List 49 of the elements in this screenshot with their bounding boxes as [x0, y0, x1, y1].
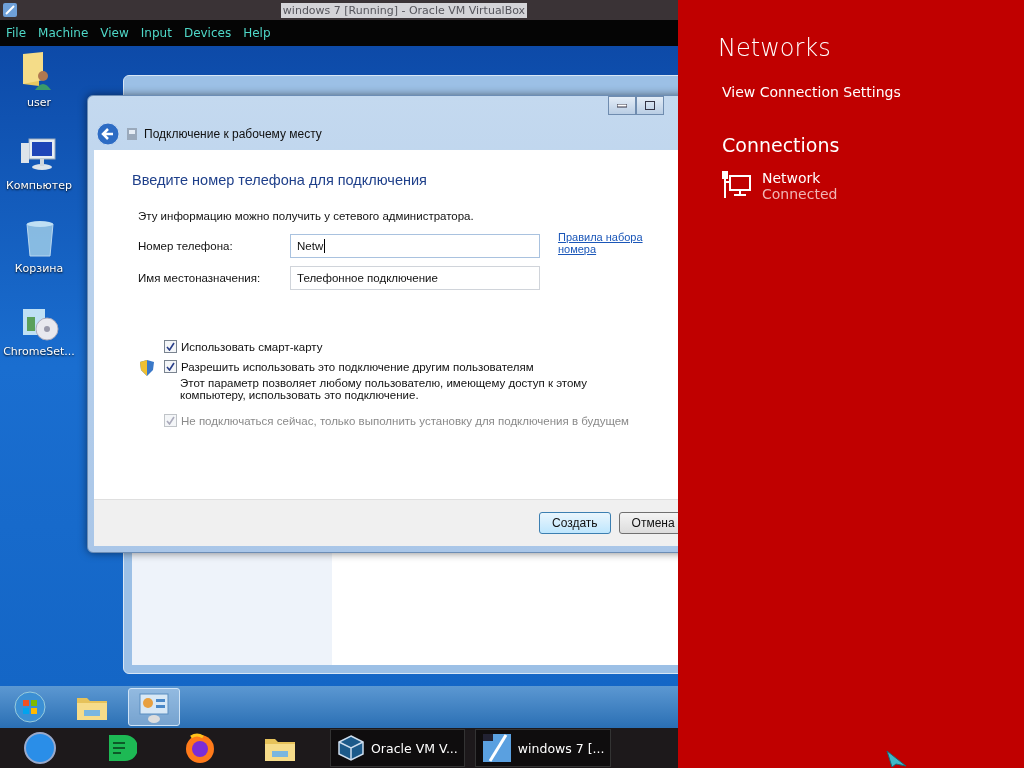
create-button[interactable]: Создать: [539, 512, 611, 534]
taskbar-window-button[interactable]: Oracle VM V...: [330, 729, 465, 767]
checkbox[interactable]: [164, 360, 177, 373]
start-orb-icon[interactable]: [13, 690, 47, 724]
maximize-icon: [645, 101, 655, 110]
window-title: windows 7 [Running] - Oracle VM VirtualBox: [280, 2, 528, 18]
panel-title: Networks: [718, 34, 832, 62]
system-logo-icon: [481, 733, 512, 763]
field-label: Номер телефона:: [138, 240, 234, 252]
checkbox-label[interactable]: Разрешить использовать это подключение другим пользователям: [181, 360, 534, 373]
minimize-icon: [617, 103, 627, 108]
wired-network-icon[interactable]: [722, 170, 752, 200]
option-description: Этот параметр позволяет любому пользователю, имеющему доступ к этому компьютеру, использовать это подключение.: [179, 377, 589, 401]
app-icon: [2, 2, 18, 18]
dialing-rules-link[interactable]: Правила набора номера: [558, 231, 658, 255]
input-field[interactable]: Netw: [290, 234, 540, 258]
dialog-title: Подключение к рабочему месту: [144, 127, 322, 141]
back-icon[interactable]: [96, 122, 120, 146]
icon-label[interactable]: Компьютер: [6, 179, 72, 192]
menu-item[interactable]: File: [6, 26, 27, 40]
section-title: Connections: [722, 134, 841, 156]
menu-item[interactable]: Help: [243, 26, 271, 40]
connection-settings-link[interactable]: View Connection Settings: [722, 84, 1024, 100]
maximize-button[interactable]: [636, 96, 664, 115]
cursor-icon: [886, 750, 908, 768]
info-text: Эту информацию можно получить у сетевого администратора.: [138, 210, 475, 222]
menu-item[interactable]: Devices: [183, 26, 232, 40]
checkbox-label[interactable]: Использовать смарт-карту: [181, 340, 323, 353]
orb-icon[interactable]: [23, 731, 57, 765]
cancel-button[interactable]: Отмена: [618, 512, 678, 534]
connection-icon: [126, 127, 138, 141]
firefox-icon[interactable]: [183, 731, 217, 765]
menu-item[interactable]: View: [100, 26, 129, 40]
field-label: Имя местоназначения:: [138, 272, 262, 284]
control-panel-icon[interactable]: [137, 690, 171, 724]
connection-status: Connected: [762, 186, 838, 202]
icon-label[interactable]: ChromeSet...: [3, 345, 75, 358]
connection-name[interactable]: Network: [762, 170, 838, 186]
icon-label[interactable]: user: [27, 96, 51, 109]
checkbox-label: Не подключаться сейчас, только выполнить установку для подключения в будущем: [181, 414, 630, 427]
taskbar-window-button[interactable]: windows 7 [...: [474, 729, 612, 767]
menu-item[interactable]: Machine: [38, 26, 89, 40]
shield-icon: [140, 360, 154, 376]
cube-icon: [337, 734, 365, 762]
checkbox[interactable]: [164, 340, 177, 353]
icon-label[interactable]: Корзина: [14, 262, 64, 275]
input-field[interactable]: Телефонное подключение: [290, 266, 540, 290]
menu-item[interactable]: Input: [140, 26, 172, 40]
dialog-heading: Введите номер телефона для подключения: [132, 172, 428, 188]
